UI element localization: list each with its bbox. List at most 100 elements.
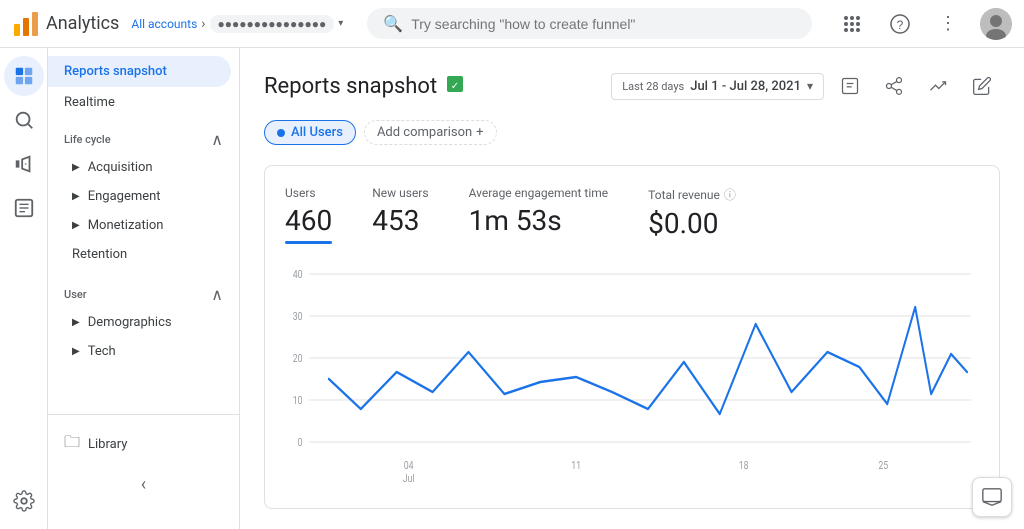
rail-home-button[interactable] [4, 56, 44, 96]
search-icon: 🔍 [383, 14, 403, 33]
advertising-icon [13, 153, 35, 175]
account-nav[interactable]: All accounts › ●●●●●●●●●●●●●●● ▾ [131, 15, 343, 33]
nav-engagement-label: Engagement [88, 189, 161, 204]
svg-text:18: 18 [739, 460, 749, 472]
nav-lifecycle-section[interactable]: Life cycle ∧ [48, 118, 239, 153]
nav-divider [48, 414, 239, 415]
avatar-image [980, 8, 1012, 40]
nav-library[interactable]: 🗀 Library [48, 423, 239, 466]
home-icon [13, 65, 35, 87]
lifecycle-chevron-icon: ∧ [211, 130, 223, 149]
search-input[interactable] [411, 16, 796, 32]
metric-new-users-value: 453 [372, 204, 428, 237]
nav-library-label: Library [88, 437, 127, 452]
icon-rail [0, 48, 48, 529]
nav-retention-label: Retention [72, 247, 127, 262]
nav-demographics-label: Demographics [88, 315, 172, 330]
svg-text:20: 20 [293, 353, 303, 365]
rail-settings-button[interactable] [4, 481, 44, 521]
nav-reports-snapshot[interactable]: Reports snapshot [48, 56, 231, 87]
page-badge-icon: ✓ [445, 74, 465, 99]
nav-monetization-label: Monetization [88, 218, 164, 233]
page-title-row: Reports snapshot ✓ [264, 74, 465, 99]
feedback-icon [981, 486, 1003, 508]
main-content: Reports snapshot ✓ Last 28 days Jul 1 - … [240, 48, 1024, 529]
trend-icon [928, 76, 948, 96]
header-actions [832, 68, 1000, 104]
metric-users-label: Users [285, 186, 332, 200]
metric-revenue[interactable]: Total revenue ⓘ $0.00 [648, 186, 736, 244]
engagement-arrow-icon: ▶ [72, 191, 80, 202]
metric-new-users[interactable]: New users 453 [372, 186, 428, 244]
metric-engagement-time[interactable]: Average engagement time 1m 53s [469, 186, 609, 244]
page-header: Reports snapshot ✓ Last 28 days Jul 1 - … [264, 68, 1000, 104]
svg-text:30: 30 [293, 311, 303, 323]
rail-advertising-button[interactable] [4, 144, 44, 184]
explore-icon [13, 109, 35, 131]
breadcrumb-chevron: › [201, 16, 205, 32]
plus-icon: + [476, 125, 483, 140]
date-range-selector[interactable]: Last 28 days Jul 1 - Jul 28, 2021 ▾ [611, 73, 824, 100]
nav-retention[interactable]: Retention [48, 240, 239, 269]
edit-icon [972, 76, 992, 96]
share-button[interactable] [876, 68, 912, 104]
svg-text:04: 04 [404, 460, 414, 472]
rail-reports-button[interactable] [4, 188, 44, 228]
svg-text:✓: ✓ [451, 81, 459, 92]
user-avatar[interactable] [980, 8, 1012, 40]
apps-button[interactable] [836, 8, 868, 40]
edit-button[interactable] [964, 68, 1000, 104]
date-value: Jul 1 - Jul 28, 2021 [690, 79, 801, 94]
topbar: Analytics All accounts › ●●●●●●●●●●●●●●●… [0, 0, 1024, 48]
nav-monetization[interactable]: ▶ Monetization [48, 211, 239, 240]
analytics-logo-icon [12, 10, 40, 38]
bookmark-button[interactable] [832, 68, 868, 104]
more-button[interactable]: ⋮ [932, 8, 964, 40]
topbar-actions: ? ⋮ [836, 8, 1012, 40]
filter-row: All Users Add comparison + [264, 120, 1000, 145]
nav-tech[interactable]: ▶ Tech [48, 337, 239, 366]
nav-sidebar: Reports snapshot Realtime Life cycle ∧ ▶… [48, 48, 240, 529]
acquisition-arrow-icon: ▶ [72, 162, 80, 173]
app-title: Analytics [46, 13, 119, 34]
bookmark-icon [840, 76, 860, 96]
trend-button[interactable] [920, 68, 956, 104]
metric-users[interactable]: Users 460 [285, 186, 332, 244]
nav-realtime[interactable]: Realtime [48, 87, 231, 118]
segment-dot-icon [277, 129, 285, 137]
rail-search-button[interactable] [4, 100, 44, 140]
metric-users-value: 460 [285, 204, 332, 237]
help-button[interactable]: ? [884, 8, 916, 40]
nav-user-section[interactable]: User ∧ [48, 273, 239, 308]
page-title: Reports snapshot [264, 74, 437, 99]
help-icon: ? [890, 14, 910, 34]
nav-demographics[interactable]: ▶ Demographics [48, 308, 239, 337]
all-accounts-link[interactable]: All accounts [131, 17, 197, 31]
search-bar[interactable]: 🔍 [367, 8, 812, 39]
nav-engagement[interactable]: ▶ Engagement [48, 182, 239, 211]
nav-collapse-button[interactable]: ‹ [48, 466, 239, 503]
metric-engagement-label: Average engagement time [469, 186, 609, 200]
collapse-icon: ‹ [141, 474, 146, 495]
segment-chip[interactable]: All Users [264, 120, 356, 145]
account-dropdown-arrow[interactable]: ▾ [338, 18, 343, 29]
metric-new-users-label: New users [372, 186, 428, 200]
nav-tech-label: Tech [88, 344, 116, 359]
main-layout: Reports snapshot Realtime Life cycle ∧ ▶… [0, 48, 1024, 529]
nav-reports-snapshot-label: Reports snapshot [64, 64, 167, 79]
tech-arrow-icon: ▶ [72, 346, 80, 357]
monetization-arrow-icon: ▶ [72, 220, 80, 231]
metric-revenue-label: Total revenue ⓘ [648, 186, 736, 203]
metric-engagement-value: 1m 53s [469, 204, 609, 237]
svg-text:40: 40 [293, 269, 303, 281]
feedback-button[interactable] [972, 477, 1012, 517]
svg-text:Jul: Jul [403, 473, 415, 484]
account-name[interactable]: ●●●●●●●●●●●●●●● [210, 15, 335, 33]
add-comparison-button[interactable]: Add comparison + [364, 120, 497, 145]
nav-user-label: User [64, 288, 87, 301]
revenue-info-icon: ⓘ [724, 186, 736, 203]
metrics-row: Users 460 New users 453 Average engageme… [285, 186, 979, 244]
svg-text:?: ? [897, 18, 904, 32]
nav-acquisition[interactable]: ▶ Acquisition [48, 153, 239, 182]
user-chevron-icon: ∧ [211, 285, 223, 304]
